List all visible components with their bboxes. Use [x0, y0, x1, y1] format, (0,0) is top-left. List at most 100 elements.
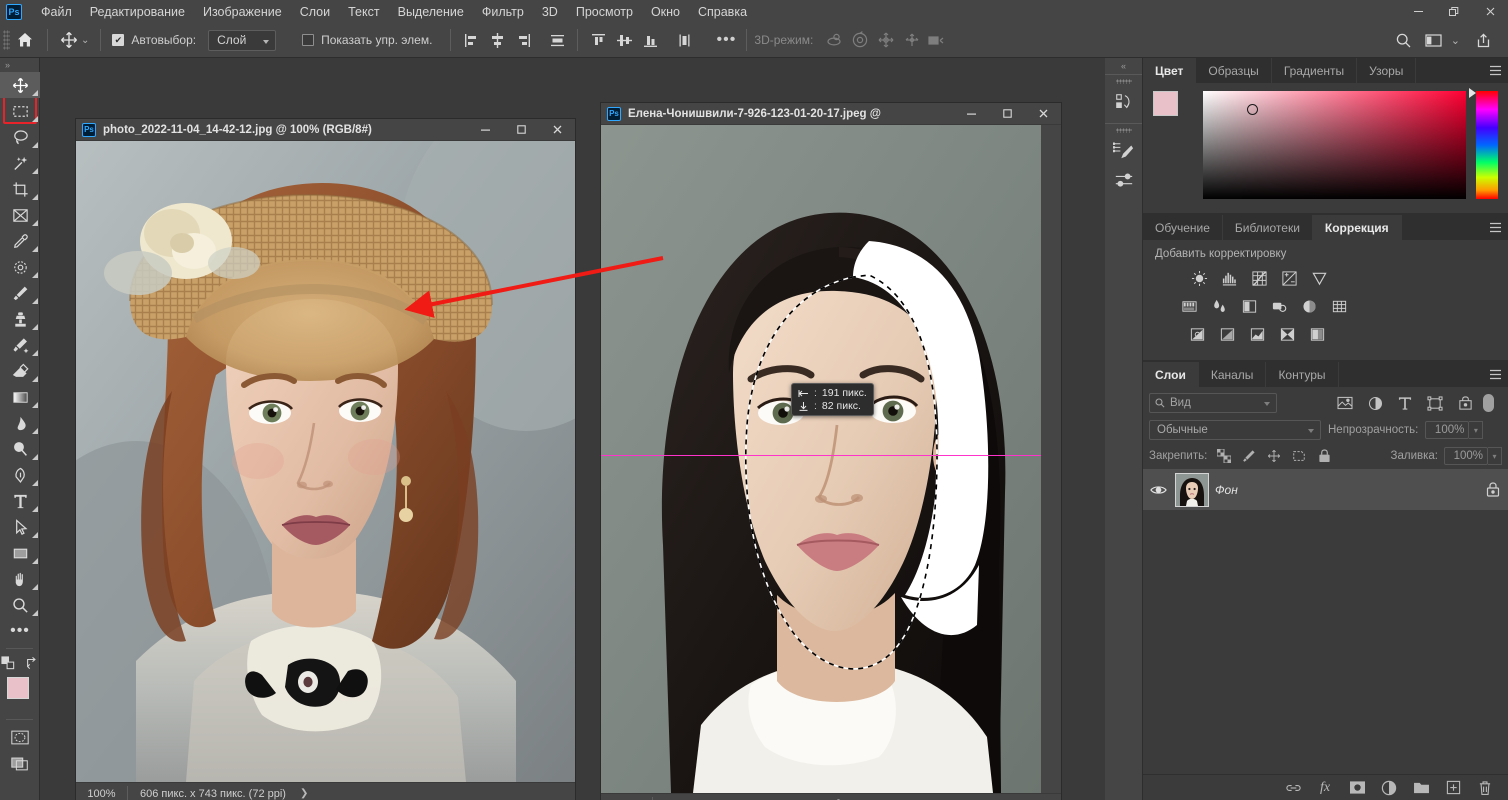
document-1-restore[interactable] — [503, 119, 539, 141]
fill-chevron-icon[interactable]: ▾ — [1488, 447, 1502, 465]
selective-color-icon[interactable] — [1307, 324, 1327, 344]
foreground-color-swatch[interactable] — [7, 677, 29, 699]
align-top-icon[interactable] — [585, 27, 611, 53]
menu-item-text[interactable]: Текст — [339, 2, 388, 22]
lock-position-icon[interactable] — [1266, 448, 1282, 464]
document-2-minimize[interactable] — [953, 103, 989, 125]
new-layer-icon[interactable] — [1442, 777, 1464, 799]
swap-colors-icon[interactable] — [25, 656, 39, 670]
brush-presets-icon[interactable] — [1105, 136, 1143, 166]
photo-filter-icon[interactable] — [1269, 296, 1289, 316]
autoselect-checkbox[interactable]: ✔ — [112, 34, 125, 46]
fill-value[interactable]: 100% — [1444, 447, 1488, 465]
document-2-restore[interactable] — [989, 103, 1025, 125]
default-colors-icon[interactable] — [0, 655, 16, 671]
tool-history-brush[interactable] — [0, 332, 40, 358]
color-panel-menu-icon[interactable] — [1482, 58, 1508, 83]
new-group-icon[interactable] — [1410, 777, 1432, 799]
blend-mode-select[interactable]: Обычные — [1149, 420, 1321, 440]
menu-item-help[interactable]: Справка — [689, 2, 756, 22]
tool-magic-wand[interactable] — [0, 150, 40, 176]
invert-icon[interactable] — [1187, 324, 1207, 344]
vibrance-icon[interactable] — [1309, 268, 1329, 288]
opacity-value[interactable]: 100% — [1425, 421, 1470, 439]
document-2-close[interactable] — [1025, 103, 1061, 125]
document-1-image[interactable] — [76, 141, 575, 782]
tab-paths[interactable]: Контуры — [1266, 362, 1339, 387]
link-layers-icon[interactable] — [1282, 777, 1304, 799]
showcontrols-checkbox[interactable] — [302, 34, 315, 46]
filter-enable-toggle[interactable] — [1483, 394, 1494, 412]
lock-transparency-icon[interactable] — [1216, 448, 1232, 464]
layer-filter-select[interactable]: Вид — [1149, 393, 1277, 413]
tab-color[interactable]: Цвет — [1143, 58, 1197, 83]
home-icon[interactable] — [10, 25, 40, 55]
align-right-icon[interactable] — [510, 27, 536, 53]
posterize-icon[interactable] — [1217, 324, 1237, 344]
filter-type-icon[interactable] — [1393, 393, 1417, 413]
menu-item-file[interactable]: Файл — [32, 2, 81, 22]
tool-eraser[interactable] — [0, 358, 40, 384]
canvas-workspace[interactable]: Ps photo_2022-11-04_14-42-12.jpg @ 100% … — [40, 58, 1105, 800]
black-white-icon[interactable] — [1239, 296, 1259, 316]
workspace-switcher-icon[interactable] — [1421, 27, 1447, 53]
color-lookup-icon[interactable] — [1329, 296, 1349, 316]
document-1-close[interactable] — [539, 119, 575, 141]
opacity-chevron-icon[interactable]: ▾ — [1469, 421, 1484, 439]
layer-thumbnail[interactable] — [1175, 472, 1209, 507]
rail-collapse-button[interactable]: « — [1105, 58, 1142, 74]
lock-artboard-icon[interactable] — [1291, 448, 1307, 464]
document-1-minimize[interactable] — [467, 119, 503, 141]
menu-item-filter[interactable]: Фильтр — [473, 2, 533, 22]
layer-style-fx-icon[interactable]: fx — [1314, 777, 1336, 799]
color-field[interactable] — [1203, 91, 1466, 199]
tool-edit-toolbar[interactable]: ••• — [0, 618, 40, 644]
chevron-down-icon[interactable]: ⌄ — [1451, 34, 1460, 47]
tool-blur[interactable] — [0, 410, 40, 436]
adjustments-panel-menu-icon[interactable] — [1482, 215, 1508, 240]
tool-gradient[interactable] — [0, 384, 40, 410]
align-left-icon[interactable] — [458, 27, 484, 53]
tab-adjustments[interactable]: Коррекция — [1312, 215, 1402, 240]
brightness-contrast-icon[interactable] — [1189, 268, 1209, 288]
menu-item-view[interactable]: Просмотр — [567, 2, 642, 22]
tool-path-selection[interactable] — [0, 514, 40, 540]
autoselect-select[interactable]: Слой — [208, 29, 277, 51]
menu-item-window[interactable]: Окно — [642, 2, 689, 22]
layers-panel-menu-icon[interactable] — [1482, 362, 1508, 387]
tool-brush[interactable] — [0, 280, 40, 306]
tool-move[interactable] — [0, 72, 40, 98]
filter-adjustment-icon[interactable] — [1363, 393, 1387, 413]
tab-patterns[interactable]: Узоры — [1357, 58, 1417, 83]
color-panel-foreground-swatch[interactable] — [1153, 91, 1178, 116]
minimize-button[interactable] — [1400, 0, 1436, 23]
tool-dodge[interactable] — [0, 436, 40, 462]
document-window-1[interactable]: Ps photo_2022-11-04_14-42-12.jpg @ 100% … — [75, 118, 576, 800]
tab-swatches[interactable]: Образцы — [1196, 58, 1272, 83]
threshold-icon[interactable] — [1247, 324, 1267, 344]
tool-hand[interactable] — [0, 566, 40, 592]
restore-button[interactable] — [1436, 0, 1472, 23]
menu-item-image[interactable]: Изображение — [194, 2, 291, 22]
curves-icon[interactable] — [1249, 268, 1269, 288]
tab-gradients[interactable]: Градиенты — [1271, 58, 1358, 83]
delete-layer-icon[interactable] — [1474, 777, 1496, 799]
search-icon[interactable] — [1391, 27, 1417, 53]
brush-settings-icon[interactable] — [1105, 166, 1143, 196]
menu-item-edit[interactable]: Редактирование — [81, 2, 194, 22]
document-1-titlebar[interactable]: Ps photo_2022-11-04_14-42-12.jpg @ 100% … — [76, 119, 575, 141]
tool-rectangle[interactable] — [0, 540, 40, 566]
tab-learn[interactable]: Обучение — [1143, 215, 1223, 240]
filter-shape-icon[interactable] — [1423, 393, 1447, 413]
active-tool-indicator[interactable]: ⌄ — [55, 30, 93, 50]
document-2-zoom-level[interactable]: 50% — [601, 796, 653, 800]
tool-type[interactable] — [0, 488, 40, 514]
hue-saturation-icon[interactable] — [1179, 296, 1199, 316]
filter-pixel-icon[interactable] — [1333, 393, 1357, 413]
align-middle-v-icon[interactable] — [611, 27, 637, 53]
lock-all-icon[interactable] — [1316, 448, 1332, 464]
gradient-map-icon[interactable] — [1277, 324, 1297, 344]
tab-layers[interactable]: Слои — [1143, 362, 1199, 387]
layer-name-label[interactable]: Фон — [1215, 483, 1238, 497]
tool-pen[interactable] — [0, 462, 40, 488]
